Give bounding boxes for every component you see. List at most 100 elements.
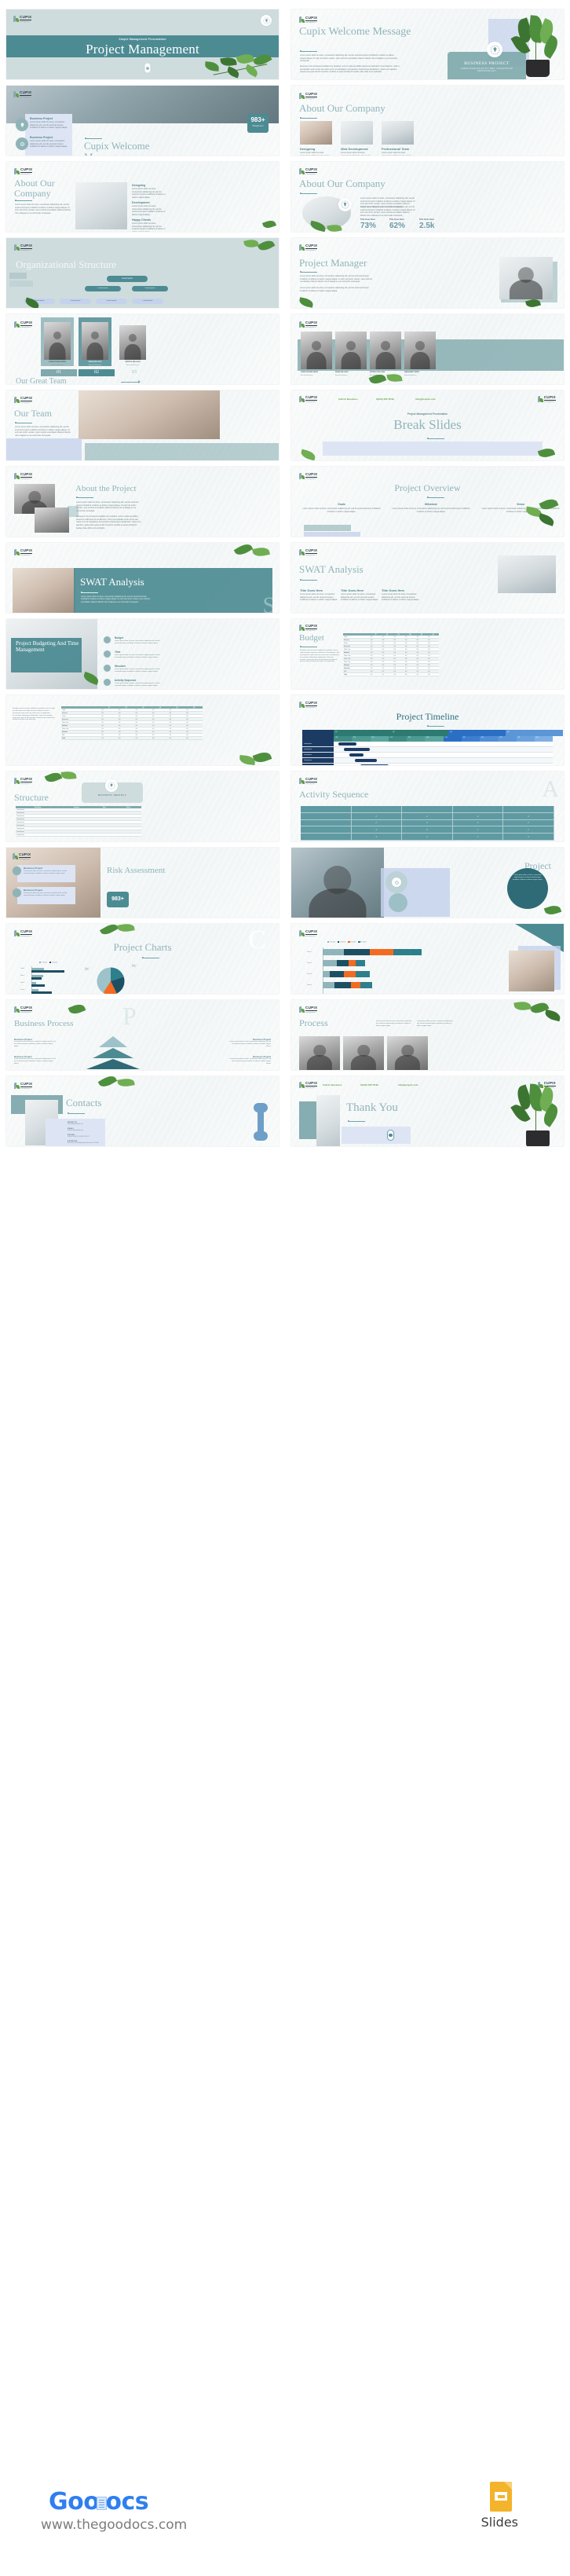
chart-tick-label: Team 4 <box>20 990 25 991</box>
slide-project-circles[interactable]: Project Lorem ipsum dolor sit amet, cons… <box>291 848 564 918</box>
gantt-subheader: DOL <box>370 736 389 742</box>
page-title: Break Slides <box>393 417 462 432</box>
brand-name: CUPIX <box>305 1081 318 1087</box>
brand-logo-secondary: CUPIX management <box>537 395 556 403</box>
slide-structure[interactable]: CUPIX management Structure BUSINESS PROJ… <box>6 771 279 841</box>
brand-logo: CUPIX management <box>299 395 318 403</box>
slide-cell[interactable]: CUPIX management Business Project Lorem … <box>0 845 285 921</box>
slide-cell[interactable]: CUPIX management Activity Sequence A ✓ ✓ ×… <box>285 768 570 845</box>
slide-risk-assessment[interactable]: CUPIX management Business Project Lorem … <box>6 848 279 918</box>
slide-about-company-a[interactable]: CUPIX management About Our Company Desig… <box>291 86 564 156</box>
slide-our-team[interactable]: CUPIX management Our Team Lorem ipsum do… <box>6 390 279 460</box>
slide-swat-cover[interactable]: CUPIX management SWAT Analysis Lorem ips… <box>6 543 279 613</box>
slide-charts-stacked[interactable]: CUPIX management Period 1 Period 2 Perio… <box>291 924 564 994</box>
slide-cover[interactable]: CUPIX management Simple Management Prese… <box>6 9 279 79</box>
slide-cell[interactable]: CUPIX management Call for Business 0(123… <box>285 387 570 464</box>
call-label: Call for Business <box>338 398 358 401</box>
slide-cell[interactable]: CUPIX management Simple Management Prese… <box>0 6 285 82</box>
slide-cell[interactable]: CUPIX management About Our Company Lorem… <box>285 159 570 235</box>
item-body: Lorem ipsum dolor sit amet, consectetur … <box>115 683 160 687</box>
brand-sub: management <box>20 1087 31 1090</box>
mouse-icon <box>387 1130 394 1141</box>
slide-break[interactable]: CUPIX management Call for Business 0(123… <box>291 390 564 460</box>
slide-cell[interactable]: CUPIX management P Business Process Busi… <box>0 997 285 1073</box>
slide-welcome-a[interactable]: CUPIX management Cupix Welcome Message L… <box>291 9 564 79</box>
slide-cell[interactable]: CUPIX management Structure BUSINESS PROJ… <box>0 768 285 845</box>
slide-cell[interactable]: CUPIX management CHRISTOPHER SMITH Execu… <box>285 311 570 387</box>
slide-cell[interactable]: CUPIX management Budget Excepteur sint o… <box>285 616 570 692</box>
slide-budget-wide[interactable]: Excepteur sint occaecat cupidatat non pr… <box>6 695 279 765</box>
slide-about-company-split[interactable]: CUPIX management About Our Company Lorem… <box>6 162 279 232</box>
leaf-icon <box>13 16 19 23</box>
slide-cell[interactable]: CUPIX management Period 1 Period 2 Perio… <box>285 921 570 997</box>
brand-name: CUPIX <box>305 472 318 478</box>
slide-contacts[interactable]: CUPIX management Contacts WEBSITE www.cl… <box>6 1076 279 1146</box>
gantt-bar <box>349 753 364 757</box>
chart-bar <box>31 970 64 973</box>
slide-business-process[interactable]: CUPIX management P Business Process Busi… <box>6 1000 279 1070</box>
slide-project-charts[interactable]: CUPIX management C Project Charts Period… <box>6 924 279 994</box>
slide-great-team[interactable]: CUPIX management CHRISTOPHER SMITH Execu… <box>6 314 279 384</box>
google-slides-icon[interactable] <box>490 2482 512 2512</box>
website-url[interactable]: www.thegoodocs.com <box>41 2517 187 2533</box>
slide-project-timeline[interactable]: CUPIX management Project Timeline Q1 Q2 … <box>291 695 564 765</box>
activity-cell <box>301 826 352 834</box>
slide-project-overview[interactable]: CUPIX management Project Overview Goals … <box>291 467 564 537</box>
slide-cell[interactable]: CUPIX management Project Overview Goals … <box>285 464 570 540</box>
stat-block: Title Goes Here 73% <box>360 218 376 230</box>
brand-sub: management <box>305 326 316 328</box>
slide-cell[interactable]: Project Budgeting And Time Management Bu… <box>0 616 285 692</box>
accent-square <box>68 506 79 517</box>
slide-project-manager[interactable]: CUPIX management Project Manager Lorem i… <box>291 238 564 308</box>
slide-welcome-b[interactable]: CUPIX management Business Project Lorem … <box>6 86 279 156</box>
slide-cell[interactable]: CUPIX management Project Timeline Q1 Q2 … <box>285 692 570 768</box>
slide-cell[interactable]: CUPIX management About Our Company Lorem… <box>0 159 285 235</box>
slide-cell[interactable]: CUPIX management Organizational Structur… <box>0 235 285 311</box>
item-body: Lorem ipsum dolor sit amet, consectetur … <box>229 1041 271 1047</box>
slide-cell[interactable]: CUPIX management About the Project Lorem… <box>0 464 285 540</box>
slide-cell[interactable]: CUPIX management SWAT Analysis Title Goe… <box>285 540 570 616</box>
slide-cell[interactable]: CUPIX management Cupix Welcome Message L… <box>285 6 570 82</box>
slide-activity-sequence[interactable]: CUPIX management Activity Sequence A ✓ ✓ ×… <box>291 771 564 841</box>
slide-cell[interactable]: Project Lorem ipsum dolor sit amet, cons… <box>285 845 570 921</box>
slide-budgeting-time[interactable]: Project Budgeting And Time Management Bu… <box>6 619 279 689</box>
table-row: Lorem ipsum <box>16 833 141 837</box>
page-footer: Goo ocs www.thegoodocs.com Slides <box>0 2442 570 2576</box>
slide-cell[interactable]: CUPIX management SWAT Analysis Lorem ips… <box>0 540 285 616</box>
slide-swat-detail[interactable]: CUPIX management SWAT Analysis Title Goe… <box>291 543 564 613</box>
slide-cell[interactable]: CUPIX management Project Manager Lorem i… <box>285 235 570 311</box>
page-title: Our Team <box>14 408 52 419</box>
pyramid-tier <box>93 1048 133 1058</box>
chart-bar-segment <box>356 971 370 977</box>
activity-cell: ✓ <box>503 819 554 826</box>
divider-rule <box>426 438 444 440</box>
activity-cell: × <box>402 826 453 834</box>
brand-logo: CUPIX management <box>299 701 318 709</box>
slide-about-company-stats[interactable]: CUPIX management About Our Company Lorem… <box>291 162 564 232</box>
slide-cell[interactable]: CUPIX management Call for Business 0(123… <box>285 1073 570 1149</box>
slide-cell[interactable]: CUPIX management Business Project Lorem … <box>0 82 285 159</box>
column-body: Lorem ipsum dolor sit amet, consectetur … <box>341 593 378 602</box>
page-title: Risk Assessment <box>107 866 166 875</box>
member-name: ERIKA WILLSON <box>88 361 102 363</box>
slide-org-structure[interactable]: CUPIX management Organizational Structur… <box>6 238 279 308</box>
brand-sub: management <box>305 1011 316 1013</box>
slide-cell[interactable]: Excepteur sint occaecat cupidatat non pr… <box>0 692 285 768</box>
slide-about-project[interactable]: CUPIX management About the Project Lorem… <box>6 467 279 537</box>
slide-cell[interactable]: CUPIX management CHRISTOPHER SMITH Execu… <box>0 311 285 387</box>
slide-cell[interactable]: CUPIX management Contacts WEBSITE www.cl… <box>0 1073 285 1149</box>
brand-name: CUPIX <box>305 244 318 250</box>
slide-team-four[interactable]: CUPIX management CHRISTOPHER SMITH Execu… <box>291 314 564 384</box>
slide-process[interactable]: CUPIX management Process Lorem ipsum dol… <box>291 1000 564 1070</box>
arrow-icon <box>138 380 141 383</box>
slide-cell[interactable]: CUPIX management Our Team Lorem ipsum do… <box>0 387 285 464</box>
body-paragraph: Excepteur sint occaecat cupidatat non pr… <box>13 708 55 721</box>
slide-cell[interactable]: CUPIX management Process Lorem ipsum dol… <box>285 997 570 1073</box>
slide-thank-you[interactable]: CUPIX management Call for Business 0(123… <box>291 1076 564 1146</box>
brand-name: CUPIX <box>20 90 32 97</box>
slide-cell[interactable]: CUPIX management C Project Charts Period… <box>0 921 285 997</box>
slide-cell[interactable]: CUPIX management About Our Company Desig… <box>285 82 570 159</box>
goodocs-logo[interactable]: Goo ocs <box>49 2488 149 2516</box>
slide-budget[interactable]: CUPIX management Budget Excepteur sint o… <box>291 619 564 689</box>
brand-logo: CUPIX management <box>13 15 32 23</box>
